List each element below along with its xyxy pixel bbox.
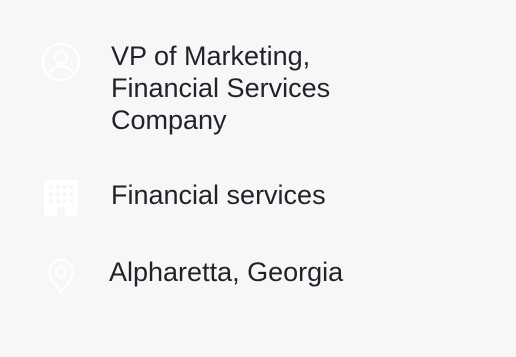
building-icon [41, 178, 81, 218]
user-circle-icon [41, 42, 81, 82]
job-title-text: VP of Marketing, Financial Services Comp… [111, 41, 331, 135]
map-pin-icon [41, 255, 81, 295]
industry-text: Financial services [111, 180, 326, 210]
location-text: Alpharetta, Georgia [109, 257, 344, 287]
profile-details-card: VP of Marketing, Financial Services Comp… [0, 0, 516, 357]
